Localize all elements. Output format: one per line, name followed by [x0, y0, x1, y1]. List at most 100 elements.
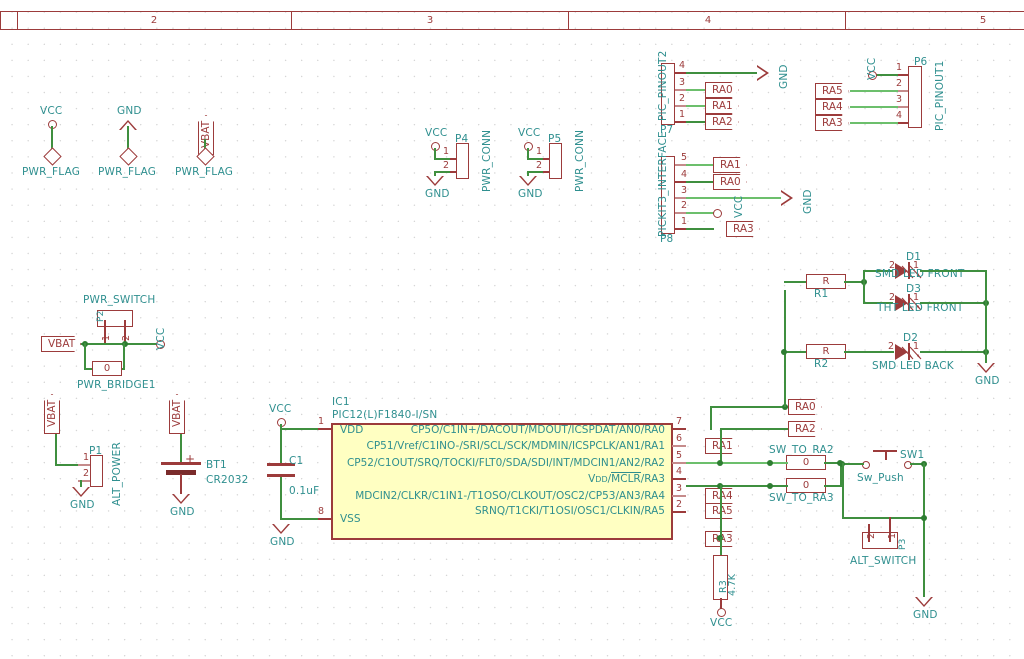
p7-pin1-number: 1 — [679, 109, 686, 120]
p6-vcc-label: VCC — [866, 57, 878, 80]
ruler-label-3: 3 — [426, 15, 434, 26]
connector-p6-body[interactable] — [908, 66, 922, 128]
p6-pin4-number: 4 — [896, 110, 903, 121]
c1-gnd-icon-inner — [273, 524, 288, 532]
net-label-ic-ra4[interactable]: RA4 — [705, 488, 739, 504]
net-label-p6-ra3[interactable]: RA3 — [815, 115, 849, 131]
p8-pin2-number: 2 — [681, 200, 688, 211]
wire-switch-to-vcc — [125, 343, 159, 345]
frame-bottom-line — [0, 29, 1024, 31]
schematic-canvas[interactable]: 2 3 4 5 VCC PWR_FLAG GND PWR_FLAG VBAT P… — [0, 0, 1024, 659]
wire-vbat-battery — [180, 434, 182, 462]
net-label-p6-ra5[interactable]: RA5 — [815, 83, 849, 99]
net-label-p7-ra1[interactable]: RA1 — [705, 98, 739, 114]
p8-pin3-number: 3 — [681, 185, 688, 196]
net-label-ic-ra1[interactable]: RA1 — [705, 438, 739, 454]
wire-sw1-to-gnd — [923, 463, 925, 603]
sw1-ref: SW1 — [900, 449, 925, 461]
wire-bridge-right — [123, 343, 125, 369]
net-label-ic-ra5[interactable]: RA5 — [705, 503, 739, 519]
p8-pin4-number: 4 — [681, 169, 688, 180]
c1-value: 0.1uF — [289, 485, 320, 497]
wire-d3-to-gnd-rail — [920, 302, 986, 304]
p6-pin3-number: 3 — [896, 94, 903, 105]
p5-gnd-icon-inner — [520, 176, 535, 184]
ic-ref: IC1 — [332, 396, 350, 408]
net-label-vcc-flag: VCC — [40, 105, 63, 117]
sw1-value: Sw_Push — [857, 472, 904, 484]
p1-gnd-label: GND — [70, 499, 95, 511]
battery-gnd-icon-inner — [173, 494, 188, 502]
sw1-actuator-bar — [873, 450, 897, 452]
junction-ra2 — [717, 460, 723, 466]
wire-alt-switch-bottom — [842, 517, 924, 519]
wire-p8-ra3 — [686, 228, 714, 230]
r3-body[interactable] — [713, 555, 728, 600]
p4-gnd-icon-inner — [427, 176, 442, 184]
net-label-p7-ra0[interactable]: RA0 — [705, 82, 739, 98]
connector-p4-ref: P4 — [455, 133, 469, 145]
connector-p7-name: PIC_PINOUT2 — [657, 50, 669, 121]
net-label-vbat-battery[interactable]: VBAT — [169, 394, 185, 434]
net-label-p6-ra4[interactable]: RA4 — [815, 99, 849, 115]
net-label-p8-ra1[interactable]: RA1 — [713, 157, 747, 173]
battery-ref: BT1 — [206, 459, 227, 471]
net-label-p7-ra2[interactable]: RA2 — [705, 114, 739, 130]
p7-gnd-icon-inner — [757, 66, 766, 79]
ic-pin-label-ra3-prefix: VDD/ — [588, 473, 612, 485]
r1-body[interactable]: R — [806, 274, 846, 289]
d3-value: THT LED FRONT — [877, 302, 964, 314]
wire-r1-to-d3 — [863, 281, 865, 303]
wire-alt-switch-left-down — [842, 463, 844, 519]
net-label-p5-vcc: VCC — [518, 127, 541, 139]
connector-p5-body[interactable] — [549, 143, 562, 179]
net-label-p8-ra0[interactable]: RA0 — [713, 174, 747, 190]
connector-p1-ref: P1 — [89, 445, 103, 457]
ic-pin-label-ra3-suffix: /RA3 — [640, 473, 665, 485]
net-label-vbat-altpower[interactable]: VBAT — [44, 394, 60, 434]
r2-body[interactable]: R — [806, 344, 846, 359]
wire-cap-to-gnd — [280, 477, 282, 519]
p4-gnd-label: GND — [425, 188, 450, 200]
d2-value: SMD LED BACK — [872, 360, 954, 372]
wire-p8-ra1 — [686, 164, 714, 167]
p7-pin2-number: 2 — [679, 93, 686, 104]
c1-vcc-label: VCC — [269, 403, 292, 415]
net-label-ic-ra2[interactable]: RA2 — [788, 421, 822, 437]
ruler-label-5: 5 — [979, 15, 987, 26]
wire-r2-to-d2 — [844, 351, 894, 353]
p3-pin1-number: 1 — [887, 532, 898, 539]
p8-pin5-number: 5 — [681, 152, 688, 163]
pwr-bridge1-body[interactable]: 0 — [92, 361, 122, 376]
p4-pin1-number: 1 — [443, 146, 450, 157]
wire-p8-ra0 — [686, 181, 714, 183]
junction-alt-switch — [921, 515, 927, 521]
connector-p6-ref: P6 — [914, 56, 928, 68]
switch-vcc-label: VCC — [155, 327, 167, 350]
net-label-vbat-switch[interactable]: VBAT — [41, 336, 81, 352]
connector-p8-name: PICKIT3_INTERFACE — [657, 131, 669, 237]
ic-pin-label-ra2: CP52/C1OUT/SRQ/TOCKI/FLT0/SDA/SDI/INT/MD… — [346, 457, 665, 469]
sw-to-ra2-body[interactable]: 0 — [786, 455, 826, 470]
ic-pin-label-vss: VSS — [340, 513, 361, 525]
connector-p1-body[interactable] — [90, 455, 103, 487]
net-label-p8-ra3[interactable]: RA3 — [726, 221, 760, 237]
r3-value: 4.7K — [727, 573, 738, 596]
d2-pin2-number: 2 — [888, 341, 895, 352]
ic-pin1-number: 1 — [318, 416, 325, 427]
net-label-ic-ra0[interactable]: RA0 — [788, 399, 822, 415]
ruler-divider-2 — [291, 11, 293, 30]
ic-pin-label-ra5: SRNQ/T1CKI/T1OSI/OSC1/CLKIN/RA5 — [475, 505, 665, 517]
sw-to-ra3-body[interactable]: 0 — [786, 478, 826, 493]
p4-pin2-number: 2 — [443, 160, 450, 171]
ruler-divider-4 — [845, 11, 847, 30]
connector-p3-ref: P3 — [898, 538, 908, 550]
wire-led-gnd-rail — [985, 270, 987, 366]
p6-pin1-number: 1 — [896, 62, 903, 73]
wire-p7-ra1 — [686, 105, 706, 108]
ic-pin-label-ra3: VDD/MCLR/RA3 — [450, 472, 665, 485]
wire-sw1-left — [842, 463, 864, 465]
ruler-label-4: 4 — [704, 15, 712, 26]
connector-p4-body[interactable] — [456, 143, 469, 179]
wire-p6-ra3 — [850, 122, 898, 125]
